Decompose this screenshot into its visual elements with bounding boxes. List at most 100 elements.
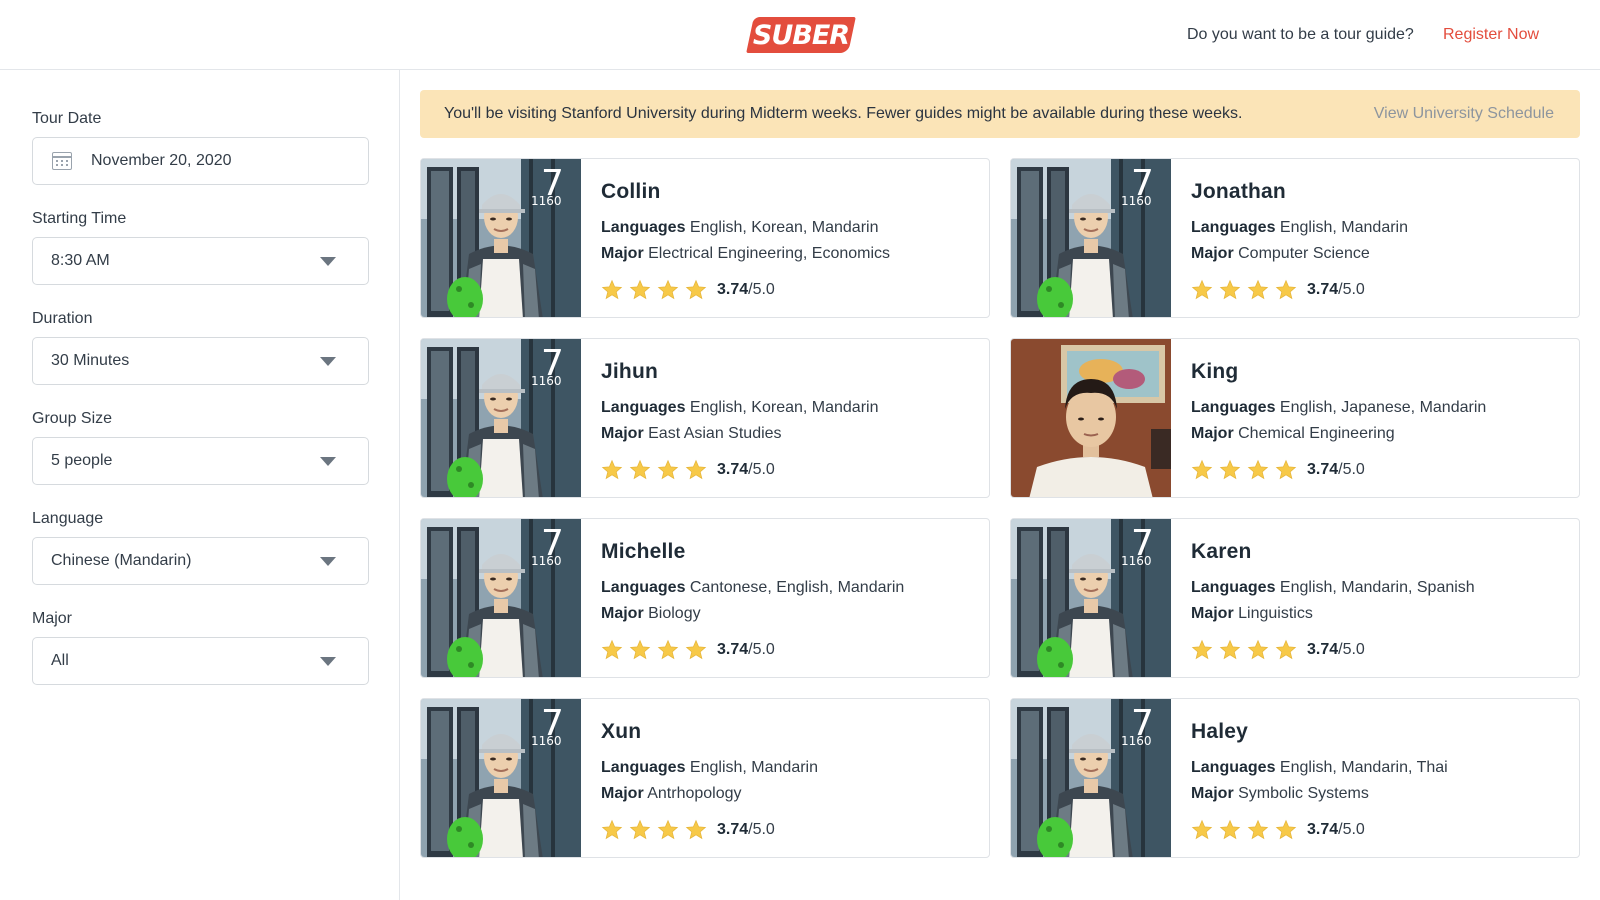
major-value: Biology [648,605,701,622]
rating-max: /5.0 [1338,281,1365,298]
major-value: All [51,652,69,669]
svg-text:1160: 1160 [1121,554,1152,568]
languages-label: Languages [601,399,686,416]
languages-label: Languages [1191,399,1276,416]
rating-value: 3.74 [1307,641,1339,658]
rating-max: /5.0 [748,821,775,838]
guide-rating: 3.74/5.0 [601,279,775,301]
banner-message: You'll be visiting Stanford University d… [444,105,1243,122]
duration-label: Duration [32,310,93,327]
star-icon [629,639,651,660]
guide-card[interactable]: 7 1160 Jonathan Languages English, Manda… [1010,158,1580,318]
guide-card[interactable]: 7 1160 Xun Languages English, Mandarin M… [420,698,990,858]
guide-major: Major Antrhopology [601,785,742,803]
star-icon [685,459,707,480]
chevron-down-icon [320,457,336,466]
guide-info: Jonathan Languages English, Mandarin Maj… [1191,159,1569,317]
languages-value: English, Mandarin [1279,219,1408,236]
guide-languages: Languages English, Korean, Mandarin [601,399,878,417]
star-icon [601,279,623,300]
major-value: East Asian Studies [648,425,782,442]
major-value: Computer Science [1238,245,1370,262]
tour-date-field[interactable]: November 20, 2020 [32,137,369,185]
starting-time-label: Starting Time [32,210,127,227]
guide-card[interactable]: 7 1160 Michelle Languages Cantonese, Eng… [420,518,990,678]
star-icon [1247,459,1269,480]
major-value: Antrhopology [647,785,742,802]
guide-major: Major Electrical Engineering, Economics [601,245,890,263]
guide-info: Haley Languages English, Mandarin, Thai … [1191,699,1569,857]
star-icon [657,279,679,300]
major-value: Chemical Engineering [1238,425,1395,442]
guide-info: Xun Languages English, Mandarin Major An… [601,699,979,857]
guide-major: Major Linguistics [1191,605,1313,623]
star-icon [1191,279,1213,300]
guide-rating: 3.74/5.0 [1191,639,1365,661]
guide-card[interactable]: 7 1160 Jihun Languages English, Korean, … [420,338,990,498]
duration-select[interactable]: 30 Minutes [32,337,369,385]
rating-value: 3.74 [1307,281,1339,298]
star-icon [601,459,623,480]
svg-text:1160: 1160 [1121,194,1152,208]
star-icon [1219,639,1241,660]
star-icon [1191,819,1213,840]
languages-value: English, Korean, Mandarin [689,399,879,416]
star-icon [629,819,651,840]
guide-languages: Languages English, Mandarin, Thai [1191,759,1448,777]
star-icon [657,639,679,660]
major-value: Linguistics [1238,605,1313,622]
guide-card[interactable]: 7 1160 Haley Languages English, Mandarin… [1010,698,1580,858]
rating-value: 3.74 [1307,461,1339,478]
view-schedule-link[interactable]: View University Schedule [1374,105,1554,123]
star-icon [601,819,623,840]
star-icon [1275,639,1297,660]
guide-name: Collin [601,180,661,203]
rating-value: 3.74 [717,281,749,298]
group-size-value: 5 people [51,452,113,469]
star-icon [1191,639,1213,660]
star-icon [685,279,707,300]
major-label: Major [1191,785,1234,802]
star-icon [1219,279,1241,300]
star-icon [657,459,679,480]
star-icon [1247,279,1269,300]
rating-max: /5.0 [748,461,775,478]
rating-max: /5.0 [1338,461,1365,478]
rating-score: 3.74/5.0 [1307,641,1365,659]
starting-time-select[interactable]: 8:30 AM [32,237,369,285]
major-value: Symbolic Systems [1238,785,1369,802]
guide-name: Karen [1191,540,1252,563]
rating-score: 3.74/5.0 [717,281,775,299]
languages-value: Cantonese, English, Mandarin [689,579,905,596]
star-icon [1247,819,1269,840]
star-icon [1275,819,1297,840]
guide-photo: 7 1160 [421,699,581,857]
guide-card[interactable]: King Languages English, Japanese, Mandar… [1010,338,1580,498]
rating-max: /5.0 [748,641,775,658]
major-select[interactable]: All [32,637,369,685]
rating-score: 3.74/5.0 [717,641,775,659]
guide-languages: Languages English, Japanese, Mandarin [1191,399,1486,417]
star-icon [629,459,651,480]
group-size-select[interactable]: 5 people [32,437,369,485]
register-now-link[interactable]: Register Now [1443,26,1539,44]
star-icon [685,639,707,660]
major-label: Major [32,610,73,627]
star-icon [1219,819,1241,840]
guide-card[interactable]: 7 1160 Karen Languages English, Mandarin… [1010,518,1580,678]
rating-value: 3.74 [717,821,749,838]
language-select[interactable]: Chinese (Mandarin) [32,537,369,585]
suber-logo[interactable]: SUBER [746,17,856,53]
guide-card[interactable]: 7 1160 Collin Languages English, Korean,… [420,158,990,318]
guide-name: Jihun [601,360,658,383]
guide-major: Major Chemical Engineering [1191,425,1395,443]
languages-label: Languages [601,219,686,236]
guide-name: Michelle [601,540,686,563]
rating-score: 3.74/5.0 [1307,821,1365,839]
svg-text:1160: 1160 [531,194,562,208]
guide-major: Major Symbolic Systems [1191,785,1369,803]
languages-label: Languages [1191,579,1276,596]
svg-text:1160: 1160 [1121,734,1152,748]
guide-info: Michelle Languages Cantonese, English, M… [601,519,979,677]
rating-score: 3.74/5.0 [1307,461,1365,479]
